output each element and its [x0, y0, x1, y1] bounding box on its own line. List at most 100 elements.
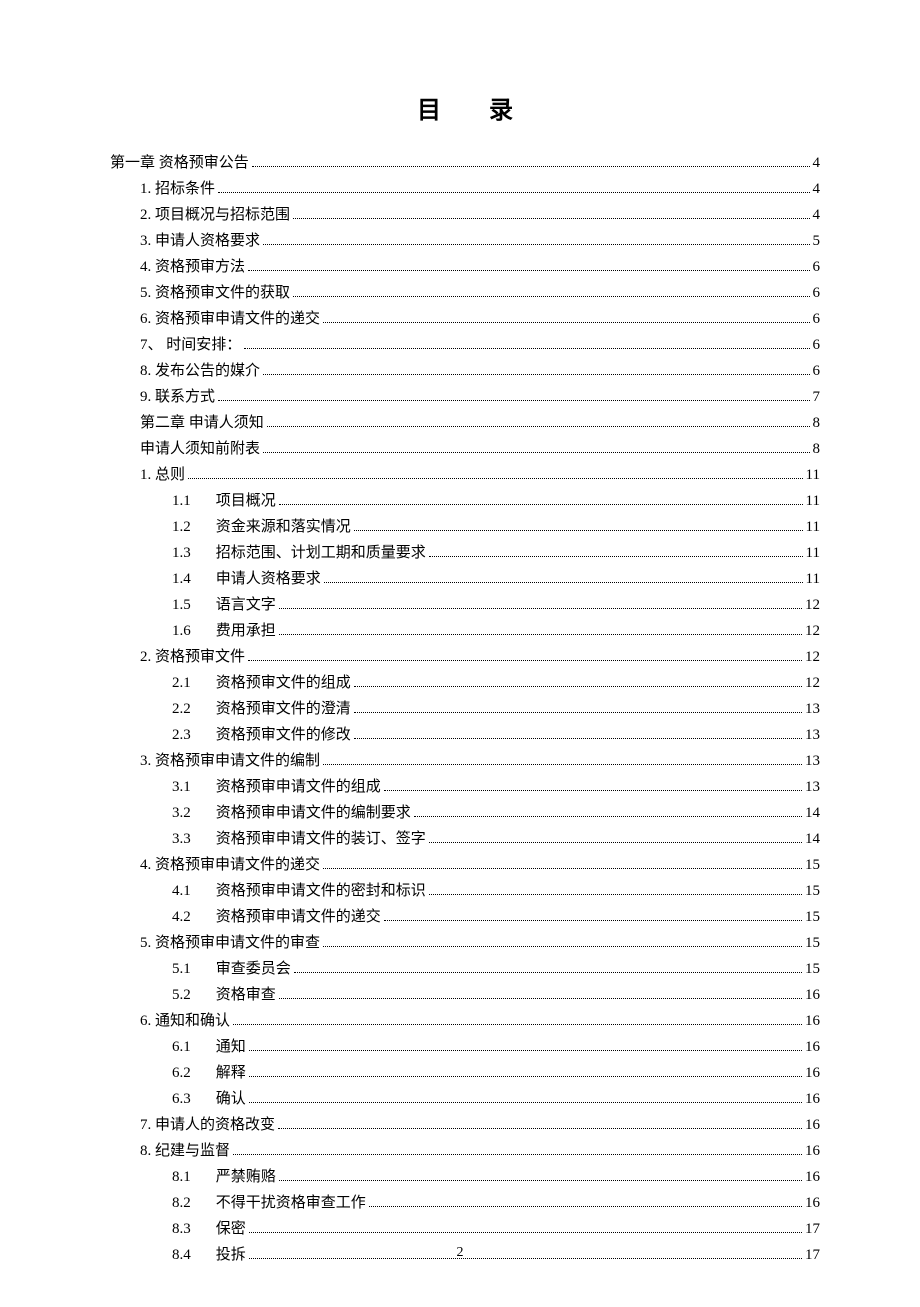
toc-entry-page: 12 [805, 619, 820, 643]
toc-entry-number: 2.3 [172, 723, 212, 747]
toc-entry-label: 9. 联系方式 [140, 385, 215, 409]
toc-entry-label: 3.3 资格预审申请文件的装订、签字 [172, 827, 426, 851]
toc-entry-text: 资格预审文件 [155, 649, 245, 665]
toc-entry-label: 8.2 不得干扰资格审查工作 [172, 1191, 366, 1215]
toc-entry-label: 5. 资格预审文件的获取 [140, 281, 290, 305]
toc-entry-number: 2.2 [172, 697, 212, 721]
toc-entry-text: 不得干扰资格审查工作 [216, 1195, 366, 1211]
toc-entry-number: 3.3 [172, 827, 212, 851]
toc-leader-dots [252, 165, 810, 167]
toc-entry-text: 项目概况 [216, 493, 276, 509]
toc-entry-page: 13 [805, 749, 820, 773]
toc-row: 1. 招标条件4 [110, 177, 820, 201]
toc-row: 7. 申请人的资格改变16 [110, 1113, 820, 1137]
toc-row: 1.5 语言文字12 [110, 593, 820, 617]
toc-leader-dots [293, 217, 809, 219]
toc-entry-number: 9. [140, 389, 151, 405]
toc-entry-label: 8. 纪建与监督 [140, 1139, 230, 1163]
toc-entry-page: 15 [805, 853, 820, 877]
toc-entry-number: 第二章 [140, 415, 185, 431]
toc-entry-label: 2. 资格预审文件 [140, 645, 245, 669]
toc-leader-dots [324, 581, 803, 583]
toc-leader-dots [249, 1231, 802, 1233]
toc-entry-page: 15 [805, 931, 820, 955]
toc-entry-text: 资格预审文件的澄清 [216, 701, 351, 717]
toc-entry-label: 6. 资格预审申请文件的递交 [140, 307, 320, 331]
toc-entry-page: 12 [805, 645, 820, 669]
toc-leader-dots [248, 269, 809, 271]
toc-row: 2.2 资格预审文件的澄清 13 [110, 697, 820, 721]
toc-entry-text: 资金来源和落实情况 [216, 519, 351, 535]
toc-row: 第二章 申请人须知8 [110, 411, 820, 435]
toc-entry-number: 8.3 [172, 1217, 212, 1241]
toc-leader-dots [249, 1049, 802, 1051]
toc-entry-label: 1.3 招标范围、计划工期和质量要求 [172, 541, 426, 565]
toc-entry-page: 11 [806, 463, 820, 487]
toc-entry-number: 6.2 [172, 1061, 212, 1085]
toc-entry-text: 资格预审公告 [159, 155, 249, 171]
toc-row: 1. 总则 11 [110, 463, 820, 487]
toc-leader-dots [279, 997, 802, 999]
page-number-footer: 2 [0, 1245, 920, 1261]
toc-entry-page: 13 [805, 775, 820, 799]
toc-entry-label: 6.3 确认 [172, 1087, 246, 1111]
toc-row: 9. 联系方式7 [110, 385, 820, 409]
toc-row: 8. 发布公告的媒介6 [110, 359, 820, 383]
toc-entry-text: 申请人须知前附表 [140, 441, 260, 457]
toc-row: 2. 资格预审文件 12 [110, 645, 820, 669]
toc-entry-label: 6. 通知和确认 [140, 1009, 230, 1033]
toc-entry-text: 保密 [216, 1221, 246, 1237]
toc-entry-label: 3. 申请人资格要求 [140, 229, 260, 253]
toc-leader-dots [429, 893, 802, 895]
toc-entry-text: 语言文字 [216, 597, 276, 613]
toc-entry-page: 6 [813, 307, 821, 331]
toc-row: 2.1 资格预审文件的组成12 [110, 671, 820, 695]
toc-row: 2.3 资格预审文件的修改13 [110, 723, 820, 747]
toc-entry-text: 3. 资格预审申请文件的编制 [140, 753, 320, 769]
toc-entry-text: 招标范围、计划工期和质量要求 [216, 545, 426, 561]
toc-entry-label: 4. 资格预审方法 [140, 255, 245, 279]
toc-entry-number: 3.2 [172, 801, 212, 825]
toc-entry-number: 6.3 [172, 1087, 212, 1111]
toc-entry-number: 2. [140, 649, 151, 665]
toc-entry-number: 7、 [140, 337, 163, 353]
toc-entry-page: 11 [806, 515, 820, 539]
toc-entry-text: 资格预审申请文件的编制要求 [216, 805, 411, 821]
toc-leader-dots [384, 919, 802, 921]
toc-entry-number: 8.1 [172, 1165, 212, 1189]
toc-entry-label: 1. 招标条件 [140, 177, 215, 201]
toc-entry-text: 费用承担 [216, 623, 276, 639]
toc-entry-page: 12 [805, 593, 820, 617]
toc-entry-text: 通知和确认 [155, 1013, 230, 1029]
toc-leader-dots [354, 737, 802, 739]
toc-entry-text: 解释 [216, 1065, 246, 1081]
toc-entry-text: 资格预审申请文件的递交 [155, 857, 320, 873]
toc-entry-label: 7、 时间安排： [140, 333, 241, 357]
toc-entry-page: 16 [805, 1087, 820, 1111]
page-container: 目录 第一章 资格预审公告41. 招标条件42. 项目概况与招标范围43. 申请… [0, 0, 920, 1307]
toc-entry-number: 1.4 [172, 567, 212, 591]
toc-leader-dots [278, 1127, 802, 1129]
toc-row: 3. 申请人资格要求 5 [110, 229, 820, 253]
toc-leader-dots [218, 191, 809, 193]
toc-row: 6.3 确认 16 [110, 1087, 820, 1111]
toc-entry-page: 17 [805, 1217, 820, 1241]
toc-leader-dots [267, 425, 810, 427]
toc-entry-number: 4.1 [172, 879, 212, 903]
toc-entry-number: 6.1 [172, 1035, 212, 1059]
toc-entry-text: 资格预审申请文件的递交 [216, 909, 381, 925]
toc-entry-page: 5 [813, 229, 821, 253]
toc-row: 申请人须知前附表8 [110, 437, 820, 461]
toc-row: 6.2 解释16 [110, 1061, 820, 1085]
toc-entry-page: 13 [805, 723, 820, 747]
toc-row: 8.3 保密 17 [110, 1217, 820, 1241]
toc-entry-text: 招标条件 [155, 181, 215, 197]
toc-entry-label: 1.4 申请人资格要求 [172, 567, 321, 591]
toc-entry-number: 8. [140, 363, 151, 379]
toc-entry-text: 1. 总则 [140, 467, 185, 483]
toc-row: 1.1 项目概况11 [110, 489, 820, 513]
toc-leader-dots [323, 763, 802, 765]
toc-entry-text: 联系方式 [155, 389, 215, 405]
toc-entry-page: 11 [806, 489, 820, 513]
toc-entry-page: 13 [805, 697, 820, 721]
